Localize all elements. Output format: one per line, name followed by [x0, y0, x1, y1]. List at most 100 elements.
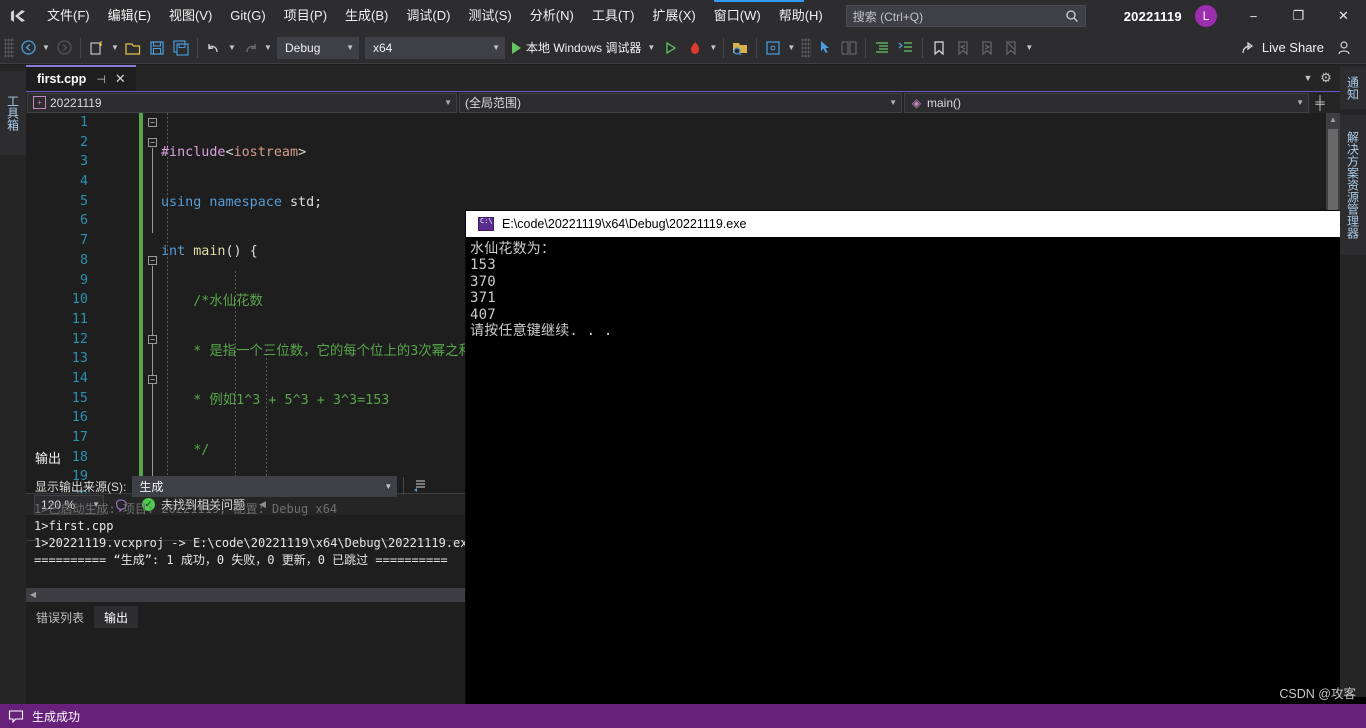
output-line: 1>first.cpp [34, 519, 114, 533]
play-icon [512, 41, 521, 54]
new-item-dropdown[interactable]: ▼ [109, 36, 121, 60]
sidebar-item-notifications[interactable]: 通知 [1340, 67, 1366, 109]
change-tracking-bar [139, 113, 143, 493]
save-icon[interactable] [145, 36, 169, 60]
output-horizontal-scrollbar[interactable]: ◀ [26, 588, 466, 602]
configuration-combo[interactable]: Debug ▼ [277, 36, 359, 59]
undo-dropdown[interactable]: ▼ [226, 36, 238, 60]
platform-combo[interactable]: x64 ▼ [365, 36, 505, 59]
close-icon[interactable]: ✕ [115, 71, 126, 87]
bookmark-next-icon[interactable] [975, 36, 999, 60]
bookmark-previous-icon[interactable] [951, 36, 975, 60]
menu-analyze[interactable]: 分析(N) [521, 0, 583, 32]
scope-combo[interactable]: (全局范围) ▼ [459, 92, 902, 113]
sidebar-item-toolbox[interactable]: 工具箱 [0, 71, 26, 155]
project-scope-combo[interactable]: + 20221119 ▼ [27, 92, 457, 113]
split-editor-icon[interactable]: ╪ [1310, 95, 1330, 110]
menu-project[interactable]: 项目(P) [275, 0, 336, 32]
menu-test[interactable]: 测试(S) [459, 0, 520, 32]
start-debugging-label: 本地 Windows 调试器 [526, 41, 642, 55]
navigate-back-icon[interactable] [16, 36, 40, 60]
configuration-value: Debug [285, 40, 321, 55]
solution-explorer-icon[interactable] [728, 36, 752, 60]
tab-error-list[interactable]: 错误列表 [26, 606, 94, 628]
toolbar-separator-3 [723, 37, 725, 58]
menu-bar: 文件(F) 编辑(E) 视图(V) Git(G) 项目(P) 生成(B) 调试(… [38, 0, 832, 32]
search-input[interactable]: 搜索 (Ctrl+Q) [845, 5, 1086, 27]
notifications-label: 通知 [1345, 76, 1360, 100]
console-app-icon [478, 217, 494, 231]
start-debugging-button[interactable]: 本地 Windows 调试器 ▼ [508, 36, 659, 60]
toolbar-grip-2[interactable] [801, 37, 812, 58]
restore-button[interactable]: ❐ [1276, 0, 1321, 32]
compare-files-icon[interactable] [837, 36, 861, 60]
redo-icon[interactable] [238, 36, 262, 60]
menu-window[interactable]: 窗口(W) [705, 0, 770, 32]
account-manager-icon[interactable] [1332, 36, 1356, 60]
line-number: 11 [71, 311, 88, 327]
line-number: 7 [79, 233, 88, 249]
editor-navigation-bar: + 20221119 ▼ (全局范围) ▼ ◈ main() ▼ ╪ [26, 91, 1340, 113]
gear-icon[interactable]: ⚙ [1317, 70, 1335, 86]
undo-icon[interactable] [202, 36, 226, 60]
tab-first-cpp[interactable]: first.cpp ⊣ ✕ [26, 65, 136, 91]
close-button[interactable]: ✕ [1321, 0, 1366, 32]
redo-dropdown[interactable]: ▼ [262, 36, 274, 60]
open-file-icon[interactable] [121, 36, 145, 60]
navigate-forward-icon[interactable] [52, 36, 76, 60]
menu-file[interactable]: 文件(F) [38, 0, 99, 32]
minimize-button[interactable]: − [1231, 0, 1276, 32]
avatar[interactable]: L [1195, 5, 1217, 27]
code-line-2: using namespace std; [161, 194, 323, 210]
pointer-icon[interactable] [813, 36, 837, 60]
menu-view[interactable]: 视图(V) [160, 0, 221, 32]
editor-tab-row: first.cpp ⊣ ✕ ▼ ⚙ [26, 65, 1340, 91]
chevron-down-icon[interactable]: ▼ [647, 43, 655, 52]
console-title-text: E:\code\20221119\x64\Debug\20221119.exe [502, 217, 747, 231]
scroll-left-icon[interactable]: ◀ [26, 588, 40, 602]
chevron-down-icon[interactable]: ▼ [1299, 73, 1317, 83]
menu-extensions[interactable]: 扩展(X) [643, 0, 704, 32]
collapse-toggle[interactable]: − [148, 256, 157, 265]
properties-window-icon[interactable] [761, 36, 785, 60]
collapse-toggle[interactable]: − [148, 335, 157, 344]
notification-bell-icon[interactable] [8, 709, 24, 724]
chevron-down-icon: ▼ [1296, 98, 1304, 107]
properties-dropdown[interactable]: ▼ [785, 36, 797, 60]
console-window[interactable]: E:\code\20221119\x64\Debug\20221119.exe … [466, 211, 1366, 717]
collapse-toggle[interactable]: − [148, 118, 157, 127]
output-source-combo[interactable]: 生成 ▼ [132, 475, 398, 497]
sidebar-item-solution-explorer[interactable]: 解决方案资源管理器 [1340, 115, 1366, 255]
new-item-icon[interactable] [85, 36, 109, 60]
indent-icon[interactable] [870, 36, 894, 60]
bookmark-icon[interactable] [927, 36, 951, 60]
live-share-button[interactable]: Live Share [1232, 36, 1332, 60]
output-text[interactable]: 1>已启动生成: 项目: 20221119, 配置: Debug x64 1>f… [26, 501, 466, 581]
menu-edit[interactable]: 编辑(E) [99, 0, 160, 32]
toolbar-grip[interactable] [4, 37, 14, 58]
member-combo[interactable]: ◈ main() ▼ [904, 92, 1309, 113]
collapse-toggle[interactable]: − [148, 375, 157, 384]
navigate-back-dropdown[interactable]: ▼ [40, 36, 52, 60]
hot-reload-dropdown[interactable]: ▼ [707, 36, 719, 60]
menu-debug[interactable]: 调试(D) [397, 0, 459, 32]
pin-icon[interactable]: ⊣ [96, 73, 106, 86]
bookmark-dropdown[interactable]: ▼ [1023, 36, 1035, 60]
line-number: 1 [79, 115, 88, 130]
bookmark-clear-icon[interactable] [999, 36, 1023, 60]
window-tab-accent [714, 0, 804, 2]
tab-output[interactable]: 输出 [94, 606, 139, 628]
hot-reload-icon[interactable] [683, 36, 707, 60]
save-all-icon[interactable] [169, 36, 193, 60]
menu-git[interactable]: Git(G) [221, 0, 274, 32]
clear-output-icon[interactable] [410, 477, 430, 496]
scroll-up-icon[interactable]: ▲ [1326, 113, 1340, 127]
console-output[interactable]: 水仙花数为： 153 370 371 407 请按任意键继续. . . [466, 237, 1366, 717]
outdent-icon[interactable] [894, 36, 918, 60]
menu-build[interactable]: 生成(B) [336, 0, 397, 32]
toolbar-separator-2 [197, 37, 198, 58]
menu-tools[interactable]: 工具(T) [583, 0, 644, 32]
collapse-toggle[interactable]: − [148, 138, 157, 147]
menu-help[interactable]: 帮助(H) [770, 0, 832, 32]
start-without-debugging-icon[interactable] [659, 36, 683, 60]
